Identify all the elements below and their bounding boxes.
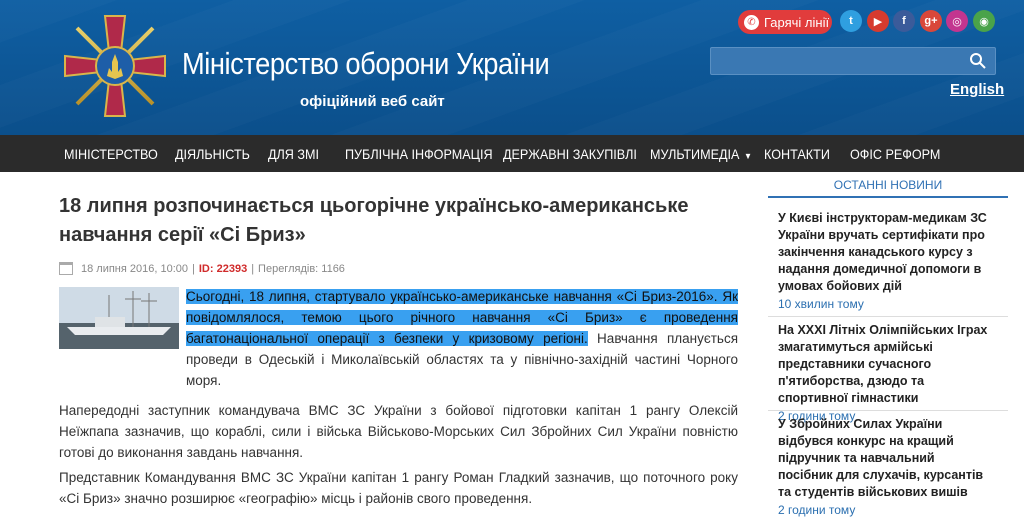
article-id: ID: 22393 — [198, 262, 248, 275]
news-title[interactable]: У Києві інструкторам-медикам ЗС України … — [778, 211, 987, 293]
hotline-button[interactable]: ✆ Гарячі лінії — [738, 10, 832, 34]
site-title[interactable]: Міністерство оборони України — [182, 46, 550, 82]
nav-label: ДЕРЖАВНІ ЗАКУПІВЛІ — [503, 146, 637, 162]
news-item[interactable]: У Збройних Силах України відбувся конкур… — [778, 416, 988, 519]
article-image[interactable] — [59, 287, 179, 349]
chevron-down-icon: ▼ — [743, 151, 752, 161]
search-icon[interactable] — [969, 52, 987, 70]
divider — [768, 410, 1008, 411]
nav-label: ПУБЛІЧНА ІНФОРМАЦІЯ — [345, 146, 493, 162]
main-nav: МІНІСТЕРСТВО ДІЯЛЬНІСТЬ ДЛЯ ЗМІ ПУБЛІЧНА… — [0, 135, 1024, 172]
site-subtitle: офіційний веб сайт — [300, 93, 445, 110]
article-lead: Сьогодні, 18 липня, стартувало українськ… — [186, 286, 738, 391]
divider — [768, 316, 1008, 317]
article-meta: 18 липня 2016, 10:00 | ID: 22393 | Перег… — [59, 262, 345, 275]
facebook-icon[interactable]: f — [893, 10, 915, 32]
latest-news-heading: ОСТАННІ НОВИНИ — [768, 172, 1008, 198]
nav-label: ДІЯЛЬНІСТЬ — [175, 146, 250, 162]
article-views: Переглядів: 1166 — [258, 262, 345, 275]
instagram-icon[interactable]: ◎ — [946, 10, 968, 32]
nav-item-procurement[interactable]: ДЕРЖАВНІ ЗАКУПІВЛІ — [503, 146, 637, 162]
news-item[interactable]: У Києві інструкторам-медикам ЗС України … — [778, 210, 988, 313]
nav-item-media[interactable]: ДЛЯ ЗМІ — [268, 146, 319, 162]
news-time: 2 години тому — [778, 503, 856, 517]
article-paragraph-2: Напередодні заступник командувача ВМС ЗС… — [59, 403, 738, 460]
twitter-icon[interactable]: t — [840, 10, 862, 32]
language-switch-link[interactable]: English — [950, 81, 1004, 98]
nav-item-multimedia[interactable]: МУЛЬТИМЕДІА ▼ — [650, 146, 752, 162]
nav-item-contacts[interactable]: КОНТАКТИ — [764, 146, 830, 162]
search-input[interactable] — [711, 48, 961, 74]
news-title[interactable]: У Збройних Силах України відбувся конкур… — [778, 417, 983, 499]
nav-label: МУЛЬТИМЕДІА — [650, 146, 740, 162]
google-plus-icon[interactable]: g+ — [920, 10, 942, 32]
nav-item-ministry[interactable]: МІНІСТЕРСТВО — [64, 146, 158, 162]
meta-divider: | — [192, 262, 195, 275]
nav-label: МІНІСТЕРСТВО — [64, 146, 158, 162]
youtube-icon[interactable]: ▶ — [867, 10, 889, 32]
article-title: 18 липня розпочинається цьогорічне украї… — [59, 195, 689, 246]
nav-item-activity[interactable]: ДІЯЛЬНІСТЬ — [175, 146, 250, 162]
site-header: Міністерство оборони України офіційний в… — [0, 0, 1024, 135]
accessibility-icon[interactable]: ◉ — [973, 10, 995, 32]
ministry-emblem-logo[interactable] — [60, 10, 170, 122]
phone-icon: ✆ — [744, 14, 759, 30]
news-time: 10 хвилин тому — [778, 297, 864, 311]
nav-label: КОНТАКТИ — [764, 146, 830, 162]
nav-item-reforms-office[interactable]: ОФІС РЕФОРМ — [850, 146, 940, 162]
news-title[interactable]: На ХХХІ Літніх Олімпійських Іграх змагат… — [778, 323, 987, 405]
article-date: 18 липня 2016, 10:00 — [81, 262, 189, 275]
nav-label: ОФІС РЕФОРМ — [850, 146, 941, 162]
nav-label: ДЛЯ ЗМІ — [268, 146, 320, 162]
search-box — [710, 47, 996, 75]
hotline-label: Гарячі лінії — [764, 14, 830, 30]
article-paragraph-3: Представник Командування ВМС ЗС України … — [59, 470, 738, 506]
meta-divider: | — [251, 262, 255, 275]
calendar-icon — [59, 262, 73, 275]
nav-item-public-info[interactable]: ПУБЛІЧНА ІНФОРМАЦІЯ — [345, 146, 493, 162]
ship-image — [59, 287, 179, 349]
